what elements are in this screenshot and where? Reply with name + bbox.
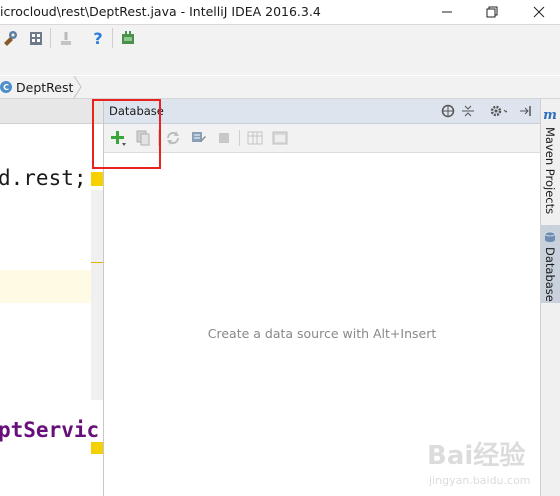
hide-icon bbox=[520, 106, 531, 116]
properties-icon bbox=[192, 132, 206, 142]
database-icon bbox=[544, 231, 556, 242]
database-tab-label: Database bbox=[543, 247, 557, 302]
watermark-text: Bai经验 bbox=[427, 440, 525, 471]
settings-button[interactable] bbox=[489, 102, 507, 120]
sdk-button[interactable] bbox=[26, 28, 46, 48]
target-icon bbox=[441, 104, 455, 118]
help-button[interactable]: ? bbox=[88, 28, 108, 48]
open-table-button[interactable] bbox=[246, 129, 264, 147]
help-icon: ? bbox=[93, 28, 103, 48]
watermark-url: jingyan.baidu.com bbox=[428, 474, 531, 487]
window-title: icrocloud\rest\DeptRest.java - IntelliJ … bbox=[0, 4, 321, 19]
editor-scrollbar[interactable] bbox=[91, 190, 103, 400]
minimize-icon bbox=[442, 11, 452, 13]
stop-icon bbox=[219, 133, 229, 143]
sdk-icon bbox=[30, 32, 42, 45]
refresh-button[interactable] bbox=[164, 129, 182, 147]
settings-icon bbox=[490, 105, 507, 117]
code-line: ptServic bbox=[0, 418, 100, 442]
restore-icon bbox=[486, 6, 498, 18]
maven-projects-tab[interactable]: Maven Projects bbox=[543, 127, 557, 214]
editor-tab-strip bbox=[0, 99, 103, 124]
breadcrumb-chevron-icon bbox=[73, 76, 82, 98]
console-icon bbox=[272, 131, 288, 145]
breadcrumb-deptrest[interactable]: C DeptRest bbox=[0, 77, 83, 97]
warning-marker[interactable] bbox=[91, 442, 103, 454]
warning-marker[interactable] bbox=[91, 172, 103, 186]
plugin-icon bbox=[122, 31, 134, 44]
hide-panel-button[interactable] bbox=[516, 102, 534, 120]
toolbar-separator bbox=[239, 130, 240, 146]
empty-state-message: Create a data source with Alt+Insert bbox=[207, 326, 437, 341]
collapse-all-icon bbox=[462, 105, 474, 117]
minimize-button[interactable] bbox=[432, 0, 462, 24]
toolbar-separator bbox=[112, 28, 113, 48]
stop-button[interactable] bbox=[215, 129, 233, 147]
watermark-logo: Bai经验 jingyan.baidu.com bbox=[427, 440, 531, 487]
properties-button[interactable] bbox=[190, 129, 208, 147]
project-structure-button[interactable] bbox=[0, 28, 20, 48]
class-icon: C bbox=[0, 81, 12, 93]
close-icon bbox=[533, 6, 545, 18]
navigation-bar bbox=[0, 76, 560, 99]
code-line: d.rest; bbox=[0, 166, 87, 190]
annotation-highlight-box bbox=[92, 99, 161, 169]
toolbar-separator bbox=[50, 28, 51, 48]
main-toolbar bbox=[0, 24, 560, 75]
maven-icon: m bbox=[543, 108, 557, 123]
scroll-from-source-button[interactable] bbox=[439, 102, 457, 120]
table-icon bbox=[247, 131, 263, 145]
project-structure-icon bbox=[4, 31, 17, 46]
breadcrumb-label: DeptRest bbox=[16, 79, 74, 95]
plugin-button[interactable] bbox=[118, 28, 138, 48]
vcs-disabled-icon bbox=[61, 32, 71, 45]
warning-marker[interactable] bbox=[91, 262, 103, 263]
restore-button[interactable] bbox=[477, 0, 507, 24]
refresh-icon bbox=[167, 131, 179, 145]
close-button[interactable] bbox=[524, 0, 554, 24]
caret-line-highlight bbox=[0, 270, 103, 303]
collapse-all-button[interactable] bbox=[459, 102, 477, 120]
baidu-watermark: Bai经验 jingyan.baidu.com bbox=[425, 430, 555, 490]
vcs-button[interactable] bbox=[56, 28, 76, 48]
open-console-button[interactable] bbox=[271, 129, 289, 147]
